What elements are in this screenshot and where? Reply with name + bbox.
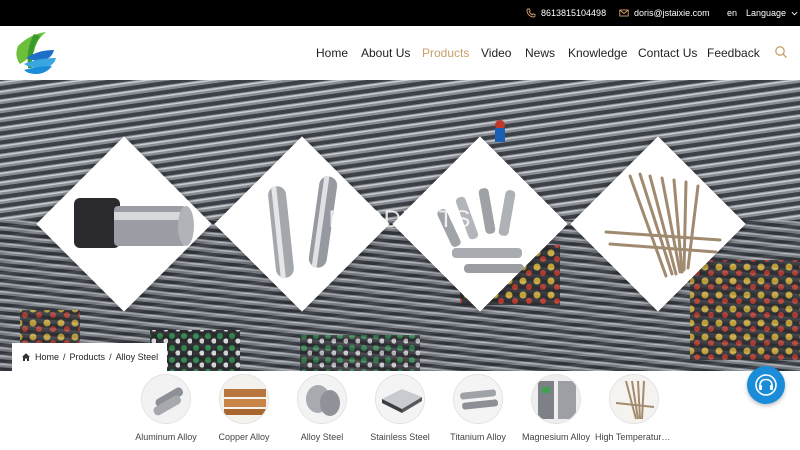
mail-icon bbox=[619, 9, 629, 17]
email-contact[interactable]: doris@jstaixie.com bbox=[619, 0, 710, 26]
category-strip: Aluminum Alloy Copper Alloy Alloy Steel bbox=[0, 371, 800, 450]
search-icon[interactable] bbox=[774, 45, 788, 59]
category-label: Titanium Alloy bbox=[450, 432, 506, 442]
category-label: Copper Alloy bbox=[218, 432, 270, 442]
phone-icon bbox=[526, 8, 536, 18]
nav-video[interactable]: Video bbox=[481, 46, 511, 60]
nav-news[interactable]: News bbox=[525, 46, 555, 60]
phone-number: 8613815104498 bbox=[541, 8, 607, 18]
site-header: Home About Us Products Video News Knowle… bbox=[0, 26, 800, 80]
category-thumb bbox=[375, 374, 425, 424]
phone-contact[interactable]: 8613815104498 bbox=[526, 0, 606, 26]
email-address: doris@jstaixie.com bbox=[634, 8, 710, 18]
language-label: Language bbox=[746, 8, 787, 18]
nav-knowledge[interactable]: Knowledge bbox=[568, 46, 627, 60]
category-thumb bbox=[609, 374, 659, 424]
language-selector[interactable]: Language bbox=[746, 0, 798, 26]
hero-banner: PRODUCTS bbox=[0, 80, 800, 371]
category-thumb bbox=[141, 374, 191, 424]
category-label: High Temperature Alloy bbox=[595, 432, 673, 442]
breadcrumb-products[interactable]: Products bbox=[70, 352, 106, 362]
nav-products[interactable]: Products bbox=[422, 46, 469, 60]
category-thumb bbox=[453, 374, 503, 424]
breadcrumb: Home / Products / Alloy Steel bbox=[12, 343, 168, 371]
category-high-temperature-alloy[interactable]: High Temperature Alloy bbox=[595, 374, 673, 442]
category-label: Aluminum Alloy bbox=[135, 432, 197, 442]
category-copper-alloy[interactable]: Copper Alloy bbox=[205, 374, 283, 442]
logo-icon[interactable] bbox=[10, 28, 60, 78]
nav-home[interactable]: Home bbox=[316, 46, 348, 60]
category-thumb bbox=[531, 374, 581, 424]
home-icon bbox=[22, 353, 30, 361]
breadcrumb-separator: / bbox=[109, 352, 112, 362]
breadcrumb-home[interactable]: Home bbox=[35, 352, 59, 362]
hero-title: PRODUCTS bbox=[328, 206, 472, 233]
top-bar: 8613815104498 doris@jstaixie.com en Lang… bbox=[0, 0, 800, 26]
headset-icon bbox=[755, 374, 777, 396]
category-thumb bbox=[219, 374, 269, 424]
category-label: Alloy Steel bbox=[300, 432, 344, 442]
category-thumb bbox=[297, 374, 347, 424]
live-chat-button[interactable] bbox=[747, 366, 785, 404]
category-aluminum-alloy[interactable]: Aluminum Alloy bbox=[127, 374, 205, 442]
language-code: en bbox=[727, 0, 737, 26]
nav-feedback[interactable]: Feedback bbox=[707, 46, 760, 60]
breadcrumb-current: Alloy Steel bbox=[115, 352, 159, 362]
category-label: Stainless Steel bbox=[370, 432, 430, 442]
chevron-down-icon bbox=[791, 11, 798, 15]
nav-about-us[interactable]: About Us bbox=[361, 46, 410, 60]
nav-contact-us[interactable]: Contact Us bbox=[638, 46, 697, 60]
category-magnesium-alloy[interactable]: Magnesium Alloy bbox=[517, 374, 595, 442]
category-stainless-steel[interactable]: Stainless Steel bbox=[361, 374, 439, 442]
category-titanium-alloy[interactable]: Titanium Alloy bbox=[439, 374, 517, 442]
language-code-text: en bbox=[727, 8, 738, 18]
breadcrumb-separator: / bbox=[63, 352, 66, 362]
category-alloy-steel[interactable]: Alloy Steel bbox=[283, 374, 361, 442]
category-label: Magnesium Alloy bbox=[521, 432, 591, 442]
